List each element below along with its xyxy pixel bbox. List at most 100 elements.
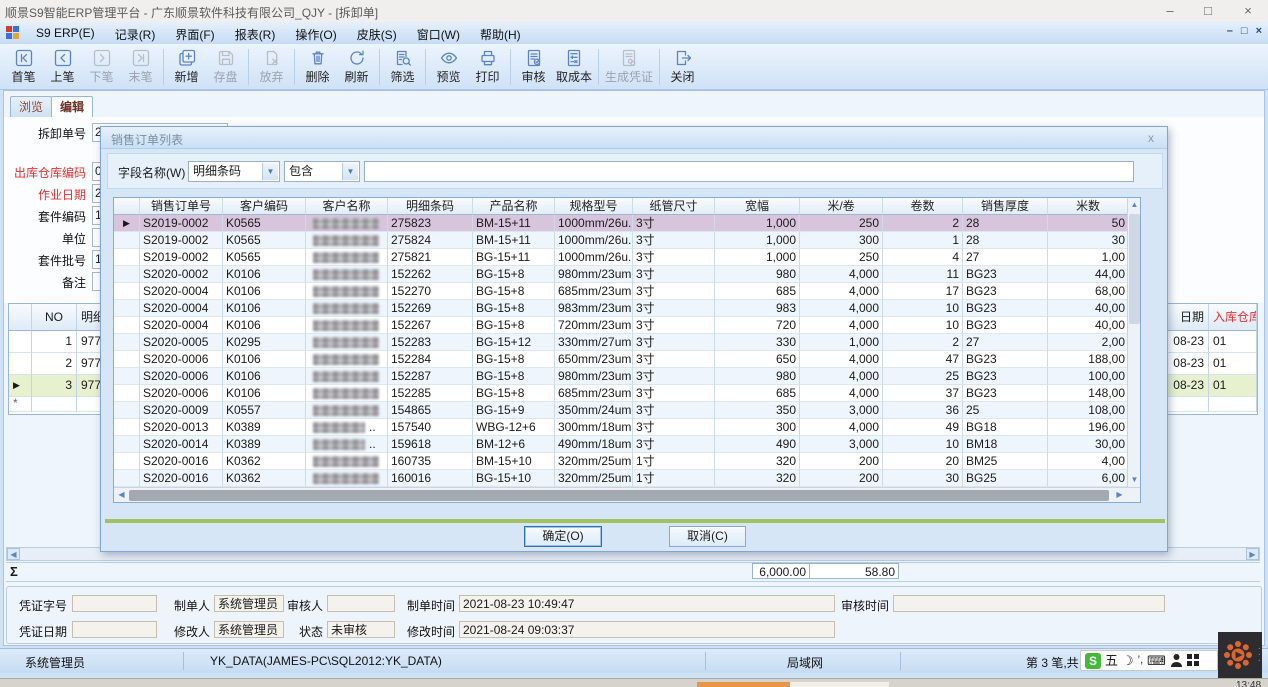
column-header-产品名称[interactable]: 产品名称 [473, 198, 555, 215]
taskbar-app-orange[interactable] [697, 682, 790, 687]
scroll-down-icon[interactable]: ▼ [1128, 474, 1141, 486]
toolbar-button-关闭[interactable]: 关闭 [663, 45, 702, 89]
tab-browse[interactable]: 浏览 [10, 96, 52, 117]
cell: 720 [715, 317, 800, 334]
logo-menu-dots-icon[interactable]: ··· [1258, 646, 1261, 664]
maximize-icon[interactable]: □ [1193, 2, 1223, 20]
cell: 330 [715, 334, 800, 351]
table-row[interactable]: S2020-0004K0106152267BG-15+8720mm/23um..… [114, 317, 1140, 334]
column-header-纸管尺寸[interactable]: 纸管尺寸 [633, 198, 715, 215]
table-header-row: 销售订单号客户编码客户名称明细条码产品名称规格型号纸管尺寸宽幅米/卷卷数销售厚度… [114, 198, 1140, 215]
grid-icon[interactable] [1187, 654, 1200, 667]
column-header-明细条码[interactable]: 明细条码 [388, 198, 473, 215]
mdi-restore-icon[interactable]: □ [1241, 25, 1248, 37]
table-row[interactable]: S2020-0014K0389..159618BM-12+6490mm/18um… [114, 436, 1140, 453]
toolbar-button-首笔[interactable]: 首笔 [4, 45, 43, 89]
menu-item-3[interactable]: 报表(R) [225, 22, 286, 44]
table-row[interactable]: ▶S2019-0002K0565275823BM-15+111000mm/26u… [114, 215, 1140, 232]
scroll-left-icon[interactable]: ◀ [115, 489, 128, 501]
nav-first-icon [14, 48, 34, 68]
table-row[interactable]: S2019-0002K0565275824BM-15+111000mm/26u.… [114, 232, 1140, 249]
footer-label-auditor: 审核人 [173, 597, 323, 614]
filter-keyword-input[interactable] [364, 161, 1134, 182]
column-header-客户编码[interactable]: 客户编码 [223, 198, 306, 215]
menu-item-2[interactable]: 界面(F) [165, 22, 224, 44]
scroll-up-icon[interactable]: ▲ [1128, 199, 1141, 211]
toolbar-button-上笔[interactable]: 上笔 [43, 45, 82, 89]
floating-app-logo[interactable]: ··· [1218, 632, 1262, 678]
column-header-宽幅[interactable]: 宽幅 [715, 198, 800, 215]
column-header-规格型号[interactable]: 规格型号 [555, 198, 633, 215]
column-header-卷数[interactable]: 卷数 [883, 198, 963, 215]
table-row[interactable]: S2020-0016K0362160016BG-15+10320mm/25um.… [114, 470, 1140, 487]
app-logo-icon [6, 26, 20, 40]
table-row[interactable]: S2020-0013K0389..157540WBG-12+6300mm/18u… [114, 419, 1140, 436]
sogou-input-icon[interactable]: S [1085, 653, 1101, 669]
menu-item-4[interactable]: 操作(O) [285, 22, 346, 44]
table-row[interactable]: S2020-0002K0106152262BG-15+8980mm/23um..… [114, 266, 1140, 283]
cell: 3寸 [633, 368, 715, 385]
minimize-icon[interactable]: – [1155, 2, 1185, 20]
cell-warehouse: 01 [1209, 331, 1257, 353]
table-horizontal-scrollbar[interactable]: ◀ ▶ [114, 487, 1140, 502]
toolbar-button-刷新[interactable]: 刷新 [337, 45, 376, 89]
toolbar-button-取成本[interactable]: 取成本 [553, 45, 595, 89]
toolbar-button-预览[interactable]: 预览 [429, 45, 468, 89]
field-label-套件编码: 套件编码 [6, 208, 86, 225]
dialog-close-icon[interactable]: x [1143, 130, 1159, 146]
chevron-down-icon[interactable]: ▼ [342, 163, 358, 180]
menu-item-7[interactable]: 帮助(H) [470, 22, 531, 44]
table-row[interactable]: S2020-0004K0106152270BG-15+8685mm/23um..… [114, 283, 1140, 300]
filter-operator-select[interactable]: 包含 ▼ [284, 161, 360, 182]
scroll-right-icon[interactable]: ▶ [1113, 489, 1126, 501]
close-icon[interactable]: × [1233, 2, 1263, 20]
cell: 2 [883, 334, 963, 351]
toolbar-button-label: 刷新 [344, 68, 368, 85]
moon-icon[interactable]: ☽ [1122, 651, 1134, 670]
wubi-mode-icon[interactable]: 五 [1105, 651, 1118, 670]
mdi-minimize-icon[interactable]: – [1227, 25, 1233, 37]
toolbar-button-筛选[interactable]: 筛选 [383, 45, 422, 89]
toolbar-button-新增[interactable]: 新增 [167, 45, 206, 89]
scroll-right-icon[interactable]: ▶ [1246, 548, 1259, 560]
cell: 3寸 [633, 300, 715, 317]
horizontal-scroll-thumb[interactable] [129, 490, 1109, 501]
punctuation-icon[interactable]: ’, [1138, 651, 1144, 670]
person-icon[interactable] [1170, 653, 1183, 668]
menu-item-1[interactable]: 记录(R) [105, 22, 166, 44]
table-row[interactable]: S2020-0005K0295152283BG-15+12330mm/27um.… [114, 334, 1140, 351]
table-row[interactable]: S2020-0006K0106152285BG-15+8685mm/23um..… [114, 385, 1140, 402]
ok-button[interactable]: 确定(O) [524, 526, 602, 547]
column-header-米数[interactable]: 米数 [1048, 198, 1129, 215]
mdi-close-icon[interactable]: × [1256, 25, 1262, 37]
menu-item-5[interactable]: 皮肤(S) [347, 22, 407, 44]
table-row[interactable]: S2020-0004K0106152269BG-15+8983mm/23um..… [114, 300, 1140, 317]
column-header-销售订单号[interactable]: 销售订单号 [140, 198, 223, 215]
toolbar-button-打印[interactable]: 打印 [468, 45, 507, 89]
vertical-scroll-thumb[interactable] [1129, 214, 1140, 324]
scroll-left-icon[interactable]: ◀ [7, 548, 20, 560]
sales-order-table: 销售订单号客户编码客户名称明细条码产品名称规格型号纸管尺寸宽幅米/卷卷数销售厚度… [113, 197, 1141, 503]
filter-field-select[interactable]: 明细条码 ▼ [188, 161, 280, 182]
table-row[interactable]: S2020-0006K0106152284BG-15+8650mm/23um..… [114, 351, 1140, 368]
toolbar-button-放弃: 放弃 [252, 45, 291, 89]
chevron-down-icon[interactable]: ▼ [262, 163, 278, 180]
column-header-销售厚度[interactable]: 销售厚度 [963, 198, 1048, 215]
table-row[interactable]: S2020-0009K0557154865BG-15+9350mm/24um..… [114, 402, 1140, 419]
table-row[interactable]: S2020-0006K0106152287BG-15+8980mm/23um..… [114, 368, 1140, 385]
toolbar-button-删除[interactable]: 删除 [298, 45, 337, 89]
column-header-米/卷[interactable]: 米/卷 [800, 198, 883, 215]
cell [306, 470, 388, 487]
cell: 148,00 [1048, 385, 1129, 402]
menu-item-6[interactable]: 窗口(W) [407, 22, 470, 44]
tab-edit[interactable]: 编辑 [51, 96, 93, 117]
toolbar-button-审核[interactable]: 审核 [514, 45, 553, 89]
cancel-button[interactable]: 取消(C) [669, 526, 746, 547]
table-row[interactable]: S2020-0016K0362160735BM-15+10320mm/25um.… [114, 453, 1140, 470]
table-row[interactable]: S2019-0002K0565275821BG-15+111000mm/26u.… [114, 249, 1140, 266]
column-header-客户名称[interactable]: 客户名称 [306, 198, 388, 215]
keyboard-icon[interactable]: ⌨ [1147, 651, 1166, 670]
table-vertical-scrollbar[interactable]: ▲ ▼ [1127, 198, 1140, 487]
taskbar-app-white[interactable] [790, 682, 889, 687]
menu-item-0[interactable]: S9 ERP(E) [26, 22, 105, 44]
